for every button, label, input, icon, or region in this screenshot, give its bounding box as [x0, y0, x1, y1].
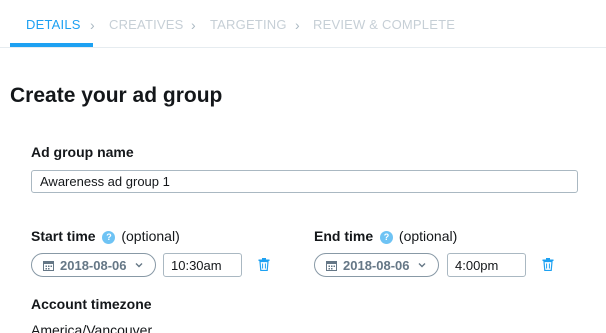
account-timezone-value: America/Vancouver [31, 322, 153, 333]
question-mark-icon[interactable]: ? [380, 231, 394, 244]
chevron-down-icon [135, 263, 142, 268]
start-date-picker[interactable]: 2018-08-06 [31, 253, 156, 277]
start-date-value: 2018-08-06 [60, 257, 127, 273]
start-time-label: Start time [31, 228, 96, 244]
calendar-icon [43, 260, 54, 271]
optional-text: (optional) [121, 228, 180, 244]
end-time-label-row: End time ? (optional) [314, 228, 457, 244]
question-mark-icon[interactable]: ? [102, 231, 116, 244]
chevron-right-icon: › [191, 17, 196, 33]
chevron-right-icon: › [90, 17, 95, 33]
end-time-input[interactable] [447, 253, 526, 277]
end-date-picker[interactable]: 2018-08-06 [314, 253, 439, 277]
active-step-indicator [10, 43, 93, 47]
calendar-icon [326, 260, 337, 271]
step-targeting[interactable]: TARGETING [210, 17, 287, 32]
end-time-label: End time [314, 228, 374, 244]
chevron-right-icon: › [295, 17, 300, 33]
end-date-value: 2018-08-06 [343, 257, 410, 273]
step-creatives[interactable]: CREATIVES [109, 17, 184, 32]
page-title: Create your ad group [10, 84, 223, 107]
step-review-complete[interactable]: REVIEW & COMPLETE [313, 17, 455, 32]
trash-icon[interactable] [258, 258, 270, 271]
start-time-label-row: Start time ? (optional) [31, 228, 180, 244]
ad-group-name-label: Ad group name [31, 144, 134, 160]
campaign-stepper: DETAILS › CREATIVES › TARGETING › REVIEW… [0, 0, 606, 48]
account-timezone-label: Account timezone [31, 296, 152, 312]
step-details[interactable]: DETAILS [26, 17, 81, 32]
ad-group-name-input[interactable] [31, 170, 578, 193]
trash-icon[interactable] [542, 258, 554, 271]
start-time-input[interactable] [163, 253, 242, 277]
chevron-down-icon [418, 263, 425, 268]
optional-text: (optional) [398, 228, 458, 244]
